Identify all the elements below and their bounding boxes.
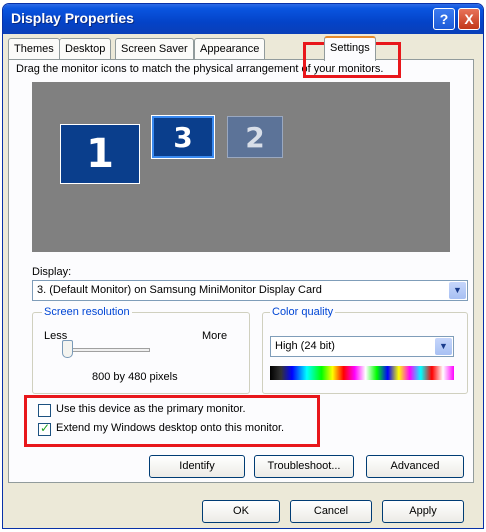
extend-desktop-checkbox[interactable]: ✓: [38, 421, 51, 436]
title-bar[interactable]: Display Properties ? X: [3, 4, 483, 34]
instruction-text: Drag the monitor icons to match the phys…: [16, 63, 384, 75]
close-button[interactable]: X: [458, 8, 480, 30]
monitor-1-icon[interactable]: 1: [60, 124, 140, 184]
display-select[interactable]: 3. (Default Monitor) on Samsung MiniMoni…: [32, 280, 468, 301]
tab-appearance[interactable]: Appearance: [194, 38, 266, 60]
checkmark-icon: ✓: [40, 421, 51, 435]
tab-desktop[interactable]: Desktop: [59, 38, 112, 60]
monitor-arrangement-area: 1 3 2: [32, 82, 450, 252]
monitor-2-icon[interactable]: 2: [227, 116, 283, 158]
primary-monitor-checkbox[interactable]: [38, 404, 51, 417]
monitor-3-icon[interactable]: 3: [151, 115, 215, 159]
color-quality-title: Color quality: [270, 306, 336, 318]
troubleshoot-button[interactable]: Troubleshoot...: [254, 455, 354, 478]
ok-button[interactable]: OK: [202, 500, 280, 523]
resolution-value: 800 by 480 pixels: [92, 371, 178, 383]
color-quality-value: High (24 bit): [275, 340, 335, 352]
display-label: Display:: [32, 266, 72, 278]
tab-settings[interactable]: Settings: [324, 36, 376, 61]
apply-button[interactable]: Apply: [382, 500, 464, 523]
color-spectrum-bar: [270, 366, 454, 380]
display-select-value: 3. (Default Monitor) on Samsung MiniMoni…: [37, 284, 322, 296]
chevron-down-icon[interactable]: ▼: [435, 338, 452, 355]
tab-themes[interactable]: Themes: [8, 38, 60, 60]
color-quality-select[interactable]: High (24 bit) ▼: [270, 336, 454, 357]
chevron-down-icon[interactable]: ▼: [449, 282, 466, 299]
extend-desktop-label: Extend my Windows desktop onto this moni…: [56, 422, 285, 434]
advanced-button[interactable]: Advanced: [366, 455, 464, 478]
tab-screen-saver[interactable]: Screen Saver: [115, 38, 194, 60]
help-button[interactable]: ?: [433, 8, 455, 30]
resolution-slider-thumb[interactable]: [62, 340, 73, 358]
cancel-button[interactable]: Cancel: [290, 500, 372, 523]
primary-monitor-label: Use this device as the primary monitor.: [56, 403, 246, 415]
resolution-more-label: More: [202, 330, 228, 342]
resolution-slider-track[interactable]: [64, 348, 150, 352]
identify-button[interactable]: Identify: [149, 455, 245, 478]
screen-resolution-title: Screen resolution: [42, 306, 132, 318]
window-title: Display Properties: [11, 10, 134, 26]
